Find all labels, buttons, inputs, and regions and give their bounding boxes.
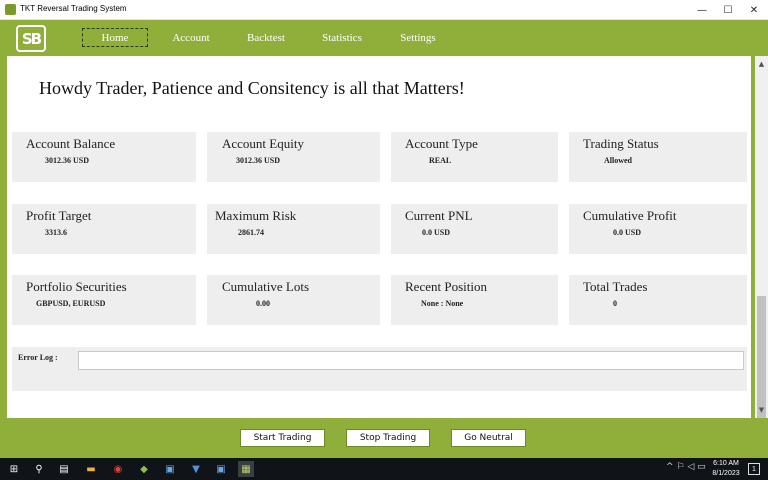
- clock-date: 8/1/2023: [712, 470, 740, 477]
- card-value: REAL: [429, 156, 452, 165]
- card-trading-status: Trading Status Allowed: [569, 132, 747, 182]
- error-log-field[interactable]: [78, 351, 744, 370]
- app-icon-3[interactable]: ▼: [188, 461, 204, 477]
- card-label: Total Trades: [583, 279, 648, 294]
- close-button[interactable]: ✕: [741, 0, 767, 20]
- card-value: 0.00: [256, 299, 270, 308]
- card-profit-target: Profit Target 3313.6: [12, 204, 196, 254]
- card-label: Trading Status: [583, 136, 659, 151]
- nav-account[interactable]: Account: [166, 28, 216, 47]
- nav-backtest[interactable]: Backtest: [241, 28, 291, 47]
- card-value: 3313.6: [45, 228, 67, 237]
- window-titlebar: TKT Reversal Trading System — ☐ ✕: [0, 0, 768, 20]
- card-value: 0.0 USD: [422, 228, 451, 237]
- card-value: 0: [613, 299, 617, 308]
- card-label: Profit Target: [26, 208, 92, 223]
- nav-settings[interactable]: Settings: [395, 28, 441, 47]
- greeting-heading: Howdy Trader, Patience and Consitency is…: [39, 78, 465, 98]
- nav-statistics[interactable]: Statistics: [316, 28, 368, 47]
- search-icon[interactable]: ⚲: [31, 461, 47, 477]
- card-recent-position: Recent Position None : None: [391, 275, 558, 325]
- card-label: Cumulative Profit: [583, 208, 677, 223]
- card-account-type: Account Type REAL: [391, 132, 558, 182]
- card-label: Account Balance: [26, 136, 116, 151]
- card-value: GBPUSD, EURUSD: [36, 299, 106, 308]
- clock-time: 6:10 AM: [713, 460, 739, 467]
- card-label: Current PNL: [405, 208, 473, 223]
- card-label: Maximum Risk: [215, 208, 297, 223]
- app-icon-1[interactable]: ◆: [136, 461, 152, 477]
- scroll-down-icon[interactable]: ▼: [755, 404, 768, 416]
- card-account-equity: Account Equity 3012.36 USD: [207, 132, 380, 182]
- card-value: None : None: [421, 299, 464, 308]
- chrome-icon[interactable]: ◉: [110, 461, 126, 477]
- card-value: 2861.74: [238, 228, 264, 237]
- taskbar-clock[interactable]: 6:10 AM 8/1/2023: [708, 459, 744, 479]
- card-account-balance: Account Balance 3012.36 USD: [12, 132, 196, 182]
- task-view-icon[interactable]: ▤: [56, 461, 72, 477]
- maximize-button[interactable]: ☐: [715, 0, 741, 20]
- card-label: Portfolio Securities: [26, 279, 127, 294]
- error-log-panel: Error Log :: [12, 347, 747, 391]
- card-total-trades: Total Trades 0: [569, 275, 747, 325]
- windows-start-icon[interactable]: ⊞: [6, 461, 22, 477]
- card-cumulative-profit: Cumulative Profit 0.0 USD: [569, 204, 747, 254]
- file-explorer-icon[interactable]: ▬: [83, 461, 99, 477]
- card-value: 3012.36 USD: [45, 156, 90, 165]
- nav-home[interactable]: Home: [82, 28, 148, 47]
- app-icon: [5, 4, 16, 15]
- card-label: Cumulative Lots: [222, 279, 310, 294]
- card-value: Allowed: [604, 156, 632, 165]
- card-value: 3012.36 USD: [236, 156, 281, 165]
- card-label: Account Equity: [222, 136, 304, 151]
- scroll-up-icon[interactable]: ▲: [755, 58, 768, 70]
- error-log-label: Error Log :: [18, 353, 58, 362]
- card-value: 0.0 USD: [613, 228, 642, 237]
- os-taskbar: ⊞ ⚲ ▤ ▬ ◉ ◆ ▣ ▼ ▣ ▦ ^ ⚐ ◁ ▭ 6:10 AM 8/1/…: [0, 458, 768, 480]
- start-trading-button[interactable]: Start Trading: [240, 429, 325, 447]
- system-tray-icons[interactable]: ^ ⚐ ◁ ▭: [666, 462, 706, 472]
- window-title: TKT Reversal Trading System: [20, 4, 127, 13]
- app-logo: SB: [16, 25, 46, 52]
- card-label: Recent Position: [405, 279, 487, 294]
- stop-trading-button[interactable]: Stop Trading: [346, 429, 430, 447]
- notification-icon[interactable]: 1: [748, 463, 760, 475]
- card-current-pnl: Current PNL 0.0 USD: [391, 204, 558, 254]
- trading-app-taskbar-icon[interactable]: ▦: [238, 461, 254, 477]
- card-maximum-risk: Maximum Risk 2861.74: [207, 204, 380, 254]
- app-icon-4[interactable]: ▣: [213, 461, 229, 477]
- card-cumulative-lots: Cumulative Lots 0.00: [207, 275, 380, 325]
- app-footer: Start Trading Stop Trading Go Neutral: [0, 418, 768, 458]
- app-header: SB Home Account Backtest Statistics Sett…: [0, 20, 768, 56]
- go-neutral-button[interactable]: Go Neutral: [451, 429, 526, 447]
- app-icon-2[interactable]: ▣: [162, 461, 178, 477]
- vertical-scrollbar[interactable]: ▲ ▼: [755, 56, 768, 456]
- card-portfolio-securities: Portfolio Securities GBPUSD, EURUSD: [12, 275, 196, 325]
- minimize-button[interactable]: —: [689, 0, 715, 20]
- frame-left: [0, 56, 7, 418]
- card-label: Account Type: [405, 136, 478, 151]
